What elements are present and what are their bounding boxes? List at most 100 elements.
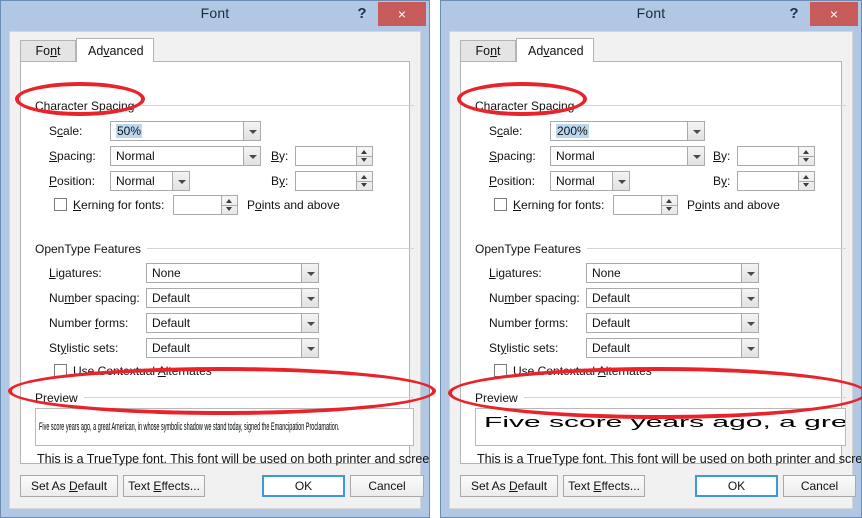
titlebar-right: Font ? ×	[441, 1, 861, 29]
close-icon[interactable]: ×	[810, 2, 858, 26]
label-position: Position:	[489, 174, 536, 188]
position-by-stepper[interactable]	[737, 171, 815, 191]
position-combo[interactable]: Normal	[110, 171, 190, 191]
spacing-combo[interactable]: Normal	[110, 146, 261, 166]
ligatures-combo[interactable]: None	[146, 263, 319, 283]
label-position: Position:	[49, 174, 96, 188]
label-spacing: Spacing:	[49, 149, 96, 163]
chevron-down-icon[interactable]	[301, 339, 318, 357]
label-position-by: By:	[271, 174, 289, 188]
label-contextual-alternates: Use Contextual Alternates	[513, 364, 652, 378]
cancel-button[interactable]: Cancel	[350, 475, 424, 497]
label-spacing: Spacing:	[489, 149, 536, 163]
label-number-forms: Number forms:	[489, 316, 569, 330]
chevron-down-icon[interactable]	[301, 264, 318, 282]
chevron-down-icon[interactable]	[741, 314, 758, 332]
tab-advanced[interactable]: Advanced	[516, 38, 594, 62]
ok-button[interactable]: OK	[695, 475, 778, 497]
stepper-arrows-icon[interactable]	[356, 172, 372, 190]
spacing-by-stepper[interactable]	[737, 146, 815, 166]
chevron-down-icon[interactable]	[172, 172, 189, 190]
stylistic-sets-combo[interactable]: Default	[586, 338, 759, 358]
stepper-arrows-icon[interactable]	[661, 196, 677, 214]
stepper-arrows-icon[interactable]	[798, 172, 814, 190]
chevron-down-icon[interactable]	[741, 339, 758, 357]
text-effects-button[interactable]: Text Effects...	[563, 475, 645, 497]
titlebar-left: Font ? ×	[1, 1, 429, 29]
group-label-preview: Preview	[475, 391, 524, 405]
label-ligatures: Ligatures:	[489, 266, 542, 280]
stepper-arrows-icon[interactable]	[798, 147, 814, 165]
group-label-preview: Preview	[35, 391, 84, 405]
label-contextual-alternates: Use Contextual Alternates	[73, 364, 212, 378]
kerning-checkbox[interactable]	[54, 198, 67, 211]
spacing-combo[interactable]: Normal	[550, 146, 705, 166]
label-number-spacing: Number spacing:	[49, 291, 140, 305]
truetype-note: This is a TrueType font. This font will …	[477, 452, 862, 466]
label-spacing-by: By:	[271, 149, 289, 163]
chevron-down-icon[interactable]	[741, 264, 758, 282]
font-dialog-right: Font ? × Font Advanced Character Spacing…	[440, 0, 862, 518]
position-combo[interactable]: Normal	[550, 171, 630, 191]
chevron-down-icon[interactable]	[301, 289, 318, 307]
number-forms-combo[interactable]: Default	[586, 313, 759, 333]
scale-value: 50%	[116, 124, 143, 138]
chevron-down-icon[interactable]	[243, 147, 260, 165]
number-spacing-combo[interactable]: Default	[146, 288, 319, 308]
advanced-pane: Character Spacing Scale: 200% Spacing: N…	[460, 61, 861, 466]
stepper-arrows-icon[interactable]	[221, 196, 237, 214]
chevron-down-icon[interactable]	[687, 147, 704, 165]
chevron-down-icon[interactable]	[687, 122, 704, 140]
group-label-opentype: OpenType Features	[35, 242, 148, 256]
stepper-arrows-icon[interactable]	[356, 147, 372, 165]
group-rule-character-spacing	[571, 105, 846, 106]
set-as-default-button[interactable]: Set As Default	[460, 475, 558, 497]
help-icon[interactable]: ?	[351, 3, 373, 25]
tab-font[interactable]: Font	[20, 40, 76, 62]
number-forms-combo[interactable]: Default	[146, 313, 319, 333]
scale-combo[interactable]: 50%	[110, 121, 261, 141]
contextual-alternates-checkbox[interactable]	[494, 364, 507, 377]
kerning-size-stepper[interactable]	[173, 195, 238, 215]
kerning-checkbox[interactable]	[494, 198, 507, 211]
chevron-down-icon[interactable]	[741, 289, 758, 307]
label-stylistic-sets: Stylistic sets:	[489, 341, 559, 355]
scale-combo[interactable]: 200%	[550, 121, 705, 141]
label-position-by: By:	[713, 174, 731, 188]
position-by-stepper[interactable]	[295, 171, 373, 191]
label-points-and-above: Points and above	[687, 198, 780, 212]
number-forms-value: Default	[592, 316, 631, 330]
chevron-down-icon[interactable]	[301, 314, 318, 332]
contextual-alternates-checkbox[interactable]	[54, 364, 67, 377]
stylistic-sets-combo[interactable]: Default	[146, 338, 319, 358]
stylistic-sets-value: Default	[592, 341, 631, 355]
label-scale: Scale:	[489, 124, 523, 138]
tab-advanced[interactable]: Advanced	[76, 38, 154, 62]
help-icon[interactable]: ?	[783, 3, 805, 25]
group-rule-preview	[83, 397, 414, 398]
preview-box: Five score years ago, a great American, …	[475, 408, 846, 446]
set-as-default-button[interactable]: Set As Default	[20, 475, 118, 497]
group-rule-opentype	[141, 248, 414, 249]
ligatures-combo[interactable]: None	[586, 263, 759, 283]
number-spacing-value: Default	[152, 291, 191, 305]
label-number-forms: Number forms:	[49, 316, 129, 330]
tab-font[interactable]: Font	[460, 40, 516, 62]
text-effects-button[interactable]: Text Effects...	[123, 475, 205, 497]
group-rule-preview	[523, 397, 846, 398]
chevron-down-icon[interactable]	[243, 122, 260, 140]
cancel-button[interactable]: Cancel	[783, 475, 856, 497]
dialog-body-right: Font Advanced Character Spacing Scale: 2…	[449, 31, 861, 509]
close-icon[interactable]: ×	[378, 2, 426, 26]
dialog-body-left: Font Advanced Character Spacing Scale: 5…	[9, 31, 429, 509]
label-stylistic-sets: Stylistic sets:	[49, 341, 119, 355]
preview-text: Five score years ago, a great American, …	[484, 414, 846, 431]
ok-button[interactable]: OK	[262, 475, 345, 497]
spacing-value: Normal	[116, 149, 155, 163]
label-points-and-above: Points and above	[247, 198, 340, 212]
kerning-size-stepper[interactable]	[613, 195, 678, 215]
chevron-down-icon[interactable]	[612, 172, 629, 190]
spacing-by-stepper[interactable]	[295, 146, 373, 166]
label-ligatures: Ligatures:	[49, 266, 102, 280]
number-spacing-combo[interactable]: Default	[586, 288, 759, 308]
